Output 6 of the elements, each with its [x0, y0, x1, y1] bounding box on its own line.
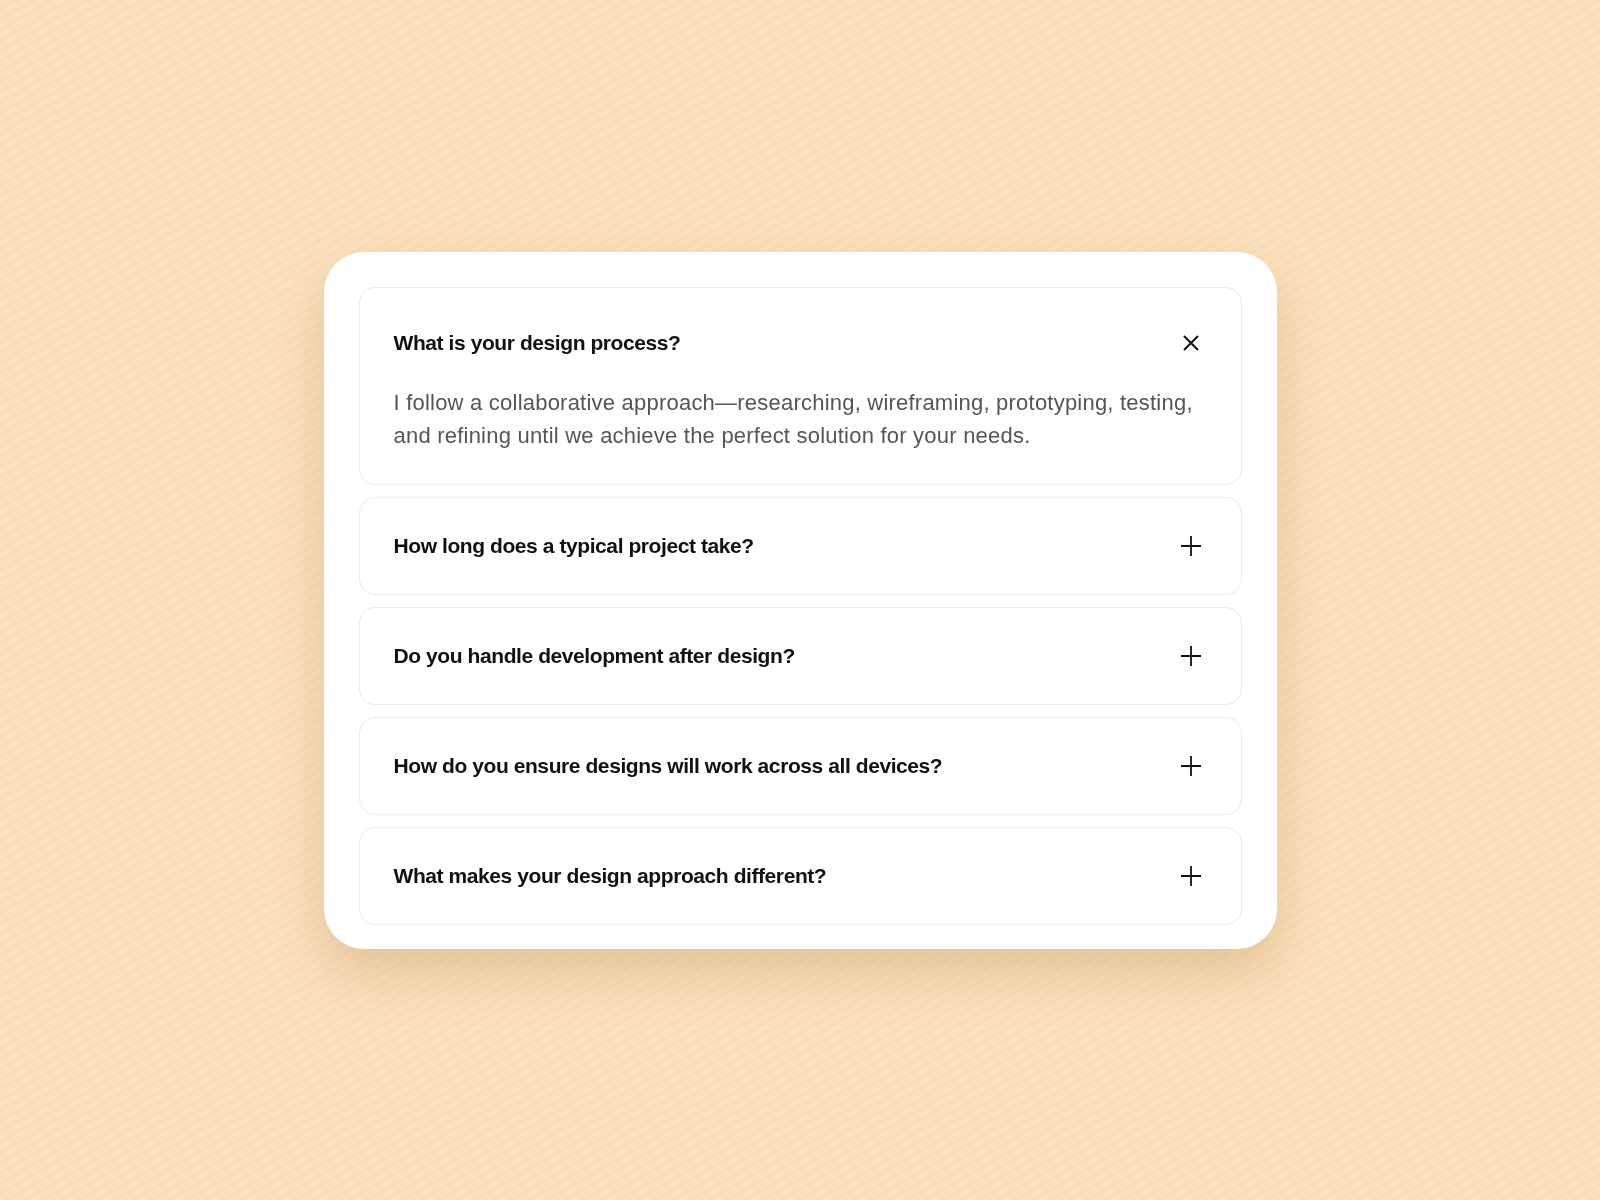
faq-question[interactable]: What is your design process?	[359, 287, 1241, 358]
faq-question[interactable]: What makes your design approach different?	[359, 827, 1241, 924]
faq-question[interactable]: How do you ensure designs will work across all devices?	[359, 717, 1241, 814]
faq-question[interactable]: Do you handle development after design?	[359, 607, 1241, 704]
faq-answer: I follow a collaborative approach—researching, wireframing, prototyping, testing, and refining until we achieve the perfect solution for your needs.	[392, 388, 1194, 450]
faq-question[interactable]: How long does a typical project take?	[359, 497, 1241, 594]
